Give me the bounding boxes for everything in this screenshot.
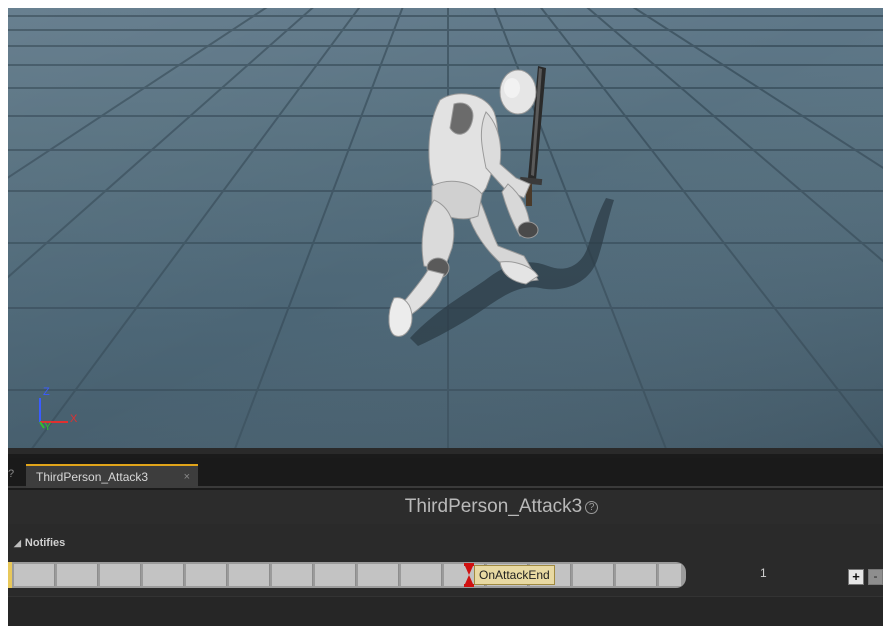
- notifies-label: Notifies: [24, 537, 66, 549]
- track-cell: [573, 564, 614, 586]
- track-cell: [100, 564, 141, 586]
- axis-y-label: Y: [44, 421, 52, 433]
- collapse-triangle-icon[interactable]: ◢: [14, 538, 21, 549]
- notifies-section-header[interactable]: ◢ Notifies: [8, 537, 65, 553]
- track-cell: [616, 564, 657, 586]
- add-track-button[interactable]: +: [848, 569, 864, 585]
- track-cell: [401, 564, 442, 586]
- track-cell: [186, 564, 227, 586]
- track-cell: [57, 564, 98, 586]
- axis-x-label: X: [70, 413, 78, 425]
- tab-bar: ? ThirdPerson_Attack3 ×: [8, 458, 883, 488]
- help-icon[interactable]: ?: [585, 501, 599, 514]
- viewport-border: [8, 448, 883, 454]
- track-cell: [272, 564, 313, 586]
- track-cell: [315, 564, 356, 586]
- axis-gizmo: Z X Y: [30, 380, 90, 440]
- asset-title: ThirdPerson_Attack3: [404, 496, 583, 517]
- tab-thirdperson-attack3[interactable]: ThirdPerson_Attack3 ×: [26, 464, 198, 488]
- notify-track[interactable]: [8, 562, 686, 588]
- track-cell: [143, 564, 184, 586]
- track-cell: [14, 564, 55, 586]
- floor-grid: [8, 8, 883, 454]
- axis-z-label: Z: [43, 386, 50, 398]
- asset-title-bar: ThirdPerson_Attack3?: [8, 490, 883, 524]
- close-icon[interactable]: ×: [184, 471, 190, 483]
- animation-editor: Z X Y ? ThirdPerson_Attack3 × ThirdPerso…: [8, 8, 883, 626]
- remove-track-button[interactable]: -: [868, 569, 883, 585]
- track-number: 1: [760, 566, 767, 580]
- track-cell: [358, 564, 399, 586]
- notify-marker-icon[interactable]: [464, 563, 474, 587]
- notify-label[interactable]: OnAttackEnd: [474, 565, 555, 585]
- track-start-marker: [8, 562, 12, 588]
- help-icon[interactable]: ?: [8, 468, 18, 482]
- lower-panel: [8, 596, 883, 626]
- track-cell: [659, 564, 681, 586]
- track-cell: [229, 564, 270, 586]
- viewport[interactable]: Z X Y: [8, 8, 883, 454]
- tab-label: ThirdPerson_Attack3: [36, 470, 149, 484]
- notifies-panel: ◢ Notifies OnAttackEnd 1 + -: [8, 524, 883, 626]
